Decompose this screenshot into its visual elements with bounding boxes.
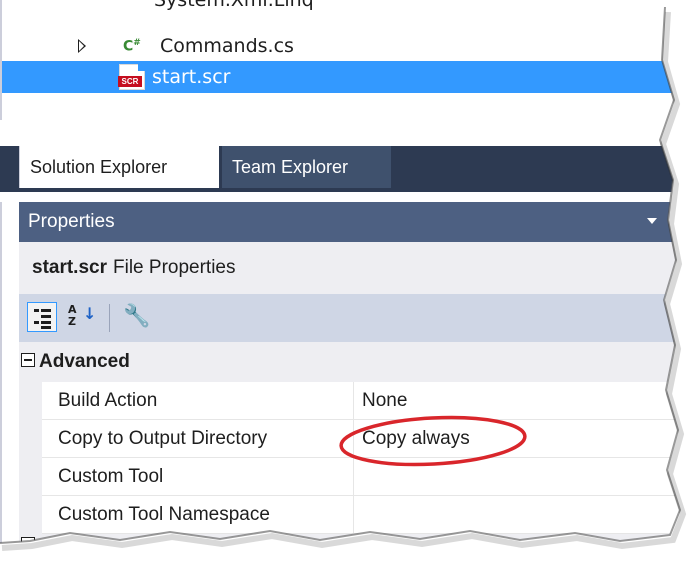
property-value[interactable]: None	[354, 382, 680, 420]
visual-studio-window: System.Xml.Linq C# Commands.cs SCR start…	[0, 0, 680, 543]
property-value[interactable]	[354, 496, 680, 534]
object-type: File Properties	[113, 257, 236, 278]
property-value[interactable]: Copy always	[354, 420, 680, 458]
tree-item-start-scr[interactable]: SCR start.scr	[2, 61, 680, 93]
panel-frame	[0, 202, 19, 543]
tree-item-commands-cs[interactable]: C# Commands.cs	[2, 32, 680, 60]
tab-team-explorer[interactable]: Team Explorer	[222, 146, 391, 188]
pin-icon[interactable]: ꟼ	[668, 202, 679, 242]
property-name: Custom Tool Namespace	[42, 496, 354, 534]
csharp-file-icon: C#	[123, 37, 141, 55]
category-label: Advanced	[39, 351, 130, 372]
categorized-icon[interactable]	[27, 302, 57, 332]
property-row-build-action[interactable]: Build Action None	[19, 382, 680, 420]
dropdown-arrow-icon[interactable]	[647, 218, 657, 224]
property-pages-wrench-icon[interactable]: 🔧	[123, 302, 153, 332]
properties-object-header[interactable]: start.scr File Properties	[19, 242, 680, 294]
property-row-copy-to-output[interactable]: Copy to Output Directory Copy always	[19, 420, 680, 458]
property-value[interactable]	[354, 458, 680, 496]
expand-arrow-icon[interactable]	[78, 39, 86, 53]
tree-item-label: start.scr	[152, 66, 231, 88]
property-row-custom-tool-namespace[interactable]: Custom Tool Namespace	[19, 496, 680, 534]
category-advanced[interactable]: Advanced	[19, 342, 680, 382]
category-collapsed[interactable]	[19, 534, 680, 543]
tree-item-label: System.Xml.Linq	[154, 0, 314, 11]
property-name: Copy to Output Directory	[42, 420, 354, 458]
properties-toolbar: A Z ↓ 🔧	[19, 294, 680, 342]
expand-icon[interactable]	[21, 537, 35, 543]
tab-solution-explorer[interactable]: Solution Explorer	[19, 146, 219, 188]
property-name: Build Action	[42, 382, 354, 420]
property-row-custom-tool[interactable]: Custom Tool	[19, 458, 680, 496]
explorer-tabs: Solution Explorer Team Explorer	[0, 120, 680, 192]
alphabetical-icon[interactable]: A Z ↓	[66, 302, 96, 332]
property-name: Custom Tool	[42, 458, 354, 496]
object-name: start.scr	[32, 257, 107, 278]
properties-title: Properties	[28, 211, 115, 232]
collapse-icon[interactable]	[21, 353, 35, 367]
solution-explorer-tree: System.Xml.Linq C# Commands.cs SCR start…	[0, 0, 680, 120]
scr-file-icon: SCR	[118, 64, 145, 90]
tree-item-label: Commands.cs	[160, 35, 294, 57]
properties-title-bar: Properties ꟼ	[19, 202, 680, 242]
tree-item-partial[interactable]: System.Xml.Linq	[2, 0, 680, 14]
property-grid: Advanced Build Action None Copy to Outpu…	[19, 342, 680, 543]
toolbar-separator	[109, 304, 110, 332]
